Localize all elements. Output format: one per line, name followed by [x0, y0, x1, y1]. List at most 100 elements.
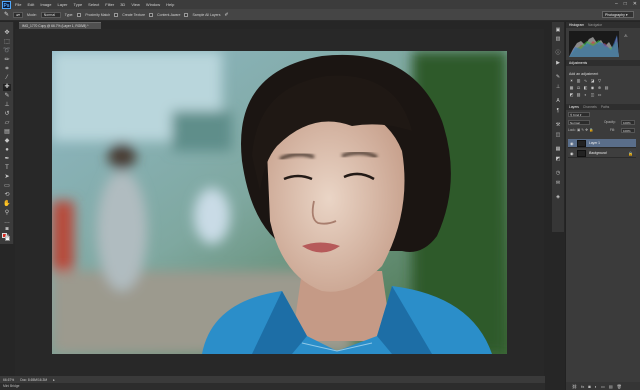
info-panel-icon[interactable]: ⓘ [554, 50, 562, 56]
menu-filter[interactable]: Filter [105, 0, 114, 9]
eraser-tool-icon[interactable]: ▱ [3, 120, 11, 127]
status-arrow-icon[interactable]: ▸ [53, 378, 55, 382]
invert-adj-icon[interactable]: ◩ [569, 92, 574, 97]
path-select-tool-icon[interactable]: ➤ [3, 174, 11, 181]
clone-stamp-tool-icon[interactable]: ⊥ [3, 102, 11, 109]
crop-tool-icon[interactable]: ⌗ [3, 66, 11, 73]
blur-tool-icon[interactable]: ◆ [3, 138, 11, 145]
paragraph-panel-icon[interactable]: ¶ [554, 108, 562, 114]
quick-select-tool-icon[interactable]: ✏ [3, 57, 11, 64]
healing-brush-tool-icon[interactable]: ✚ [3, 84, 11, 91]
visibility-eye-icon[interactable]: ◉ [570, 151, 574, 156]
marquee-tool-icon[interactable]: ⬚ [3, 39, 11, 46]
tab-channels[interactable]: Channels [583, 104, 597, 110]
screen-mode-icon[interactable]: ▣ [3, 234, 11, 240]
lasso-tool-icon[interactable]: ➰ [3, 48, 11, 55]
brush-size-picker[interactable]: ●▾ [13, 11, 24, 18]
gradient-tool-icon[interactable]: ▤ [3, 129, 11, 136]
new-group-icon[interactable]: ▭ [601, 384, 605, 389]
brightness-adj-icon[interactable]: ☀ [569, 78, 574, 83]
minimize-icon[interactable]: – [615, 1, 618, 7]
eyedropper-tool-icon[interactable]: ⁄ [3, 75, 11, 82]
tool-presets-icon[interactable]: ⚒ [554, 122, 562, 128]
delete-layer-icon[interactable]: 🗑 [617, 384, 622, 389]
channel-mixer-adj-icon[interactable]: ⊕ [597, 85, 602, 90]
gradient-map-adj-icon[interactable]: ▭ [597, 92, 602, 97]
content-aware-radio[interactable] [149, 12, 154, 17]
tab-histogram[interactable]: Histogram [569, 22, 584, 28]
opacity-input[interactable]: 100% [621, 120, 635, 125]
posterize-adj-icon[interactable]: ▨ [576, 92, 581, 97]
dodge-tool-icon[interactable]: ● [3, 147, 11, 154]
more-tools-icon[interactable]: … [3, 219, 11, 226]
layer-row-background[interactable]: ◉ Background 🔒 [568, 149, 636, 158]
hand-tool-icon[interactable]: ✋ [3, 201, 11, 208]
3d-panel-icon[interactable]: ◈ [554, 194, 562, 200]
menu-image[interactable]: Image [40, 0, 51, 9]
color-lookup-adj-icon[interactable]: ▤ [604, 85, 609, 90]
proximity-radio[interactable] [77, 12, 82, 17]
menu-type[interactable]: Type [74, 0, 83, 9]
sample-all-checkbox[interactable] [184, 12, 189, 17]
timeline-panel-icon[interactable]: ◷ [554, 170, 562, 176]
visibility-eye-icon[interactable]: ◉ [570, 141, 574, 146]
link-layers-icon[interactable]: ⛓ [572, 384, 577, 389]
lock-icons[interactable]: ▣ ✎ ✥ 🔒 [577, 128, 593, 132]
selective-color-adj-icon[interactable]: ◫ [590, 92, 595, 97]
mini-bridge-bar[interactable]: Mini Bridge [0, 383, 545, 390]
histogram-warning-icon[interactable]: ⚠ [624, 33, 628, 38]
layer-row-layer-1[interactable]: ◉ Layer 1 [568, 139, 636, 148]
swatches-panel-icon[interactable]: ▦ [554, 146, 562, 152]
menu-view[interactable]: View [131, 0, 140, 9]
zoom-level[interactable]: 66.67% [3, 378, 14, 382]
bw-adj-icon[interactable]: ◧ [583, 85, 588, 90]
document-tab[interactable]: IMG_1770 Copy @ 66.7% (Layer 1, RGB/8) * [19, 22, 101, 29]
tab-navigator[interactable]: Navigator [588, 22, 602, 28]
new-layer-icon[interactable]: ▤ [609, 384, 613, 389]
history-brush-tool-icon[interactable]: ↺ [3, 111, 11, 118]
maximize-icon[interactable]: □ [624, 1, 627, 7]
brush-panel-icon[interactable]: ✎ [554, 74, 562, 80]
curves-adj-icon[interactable]: ∿ [583, 78, 588, 83]
pressure-icon[interactable]: ✐ [224, 12, 228, 18]
menu-select[interactable]: Select [88, 0, 99, 9]
properties-panel-icon[interactable]: ▥ [554, 36, 562, 42]
vibrance-adj-icon[interactable]: ▽ [597, 78, 602, 83]
menu-window[interactable]: Window [146, 0, 160, 9]
mode-select[interactable]: Normal [40, 11, 61, 18]
exposure-adj-icon[interactable]: ◪ [590, 78, 595, 83]
zoom-tool-icon[interactable]: ⚲ [3, 210, 11, 217]
menu-edit[interactable]: Edit [27, 0, 34, 9]
actions-panel-icon[interactable]: ▶ [554, 60, 562, 66]
fx-icon[interactable]: fx [581, 384, 584, 389]
menu-3d[interactable]: 3D [120, 0, 125, 9]
pen-tool-icon[interactable]: ✒ [3, 156, 11, 163]
add-mask-icon[interactable]: ◙ [588, 384, 590, 389]
adjustment-layer-icon[interactable]: ◐ [595, 384, 597, 389]
styles-panel-icon[interactable]: ◩ [554, 156, 562, 162]
blend-mode-select[interactable]: Normal [568, 120, 590, 125]
layer-filter-select[interactable]: ⚲ Kind ▾ [568, 112, 590, 117]
quick-mask-icon[interactable]: ◙ [3, 226, 11, 232]
close-icon[interactable]: ✕ [633, 1, 637, 7]
3d-tool-icon[interactable]: ⟲ [3, 192, 11, 199]
brush-tool-icon[interactable]: ✎ [3, 93, 11, 100]
threshold-adj-icon[interactable]: ◐ [583, 92, 588, 97]
photo-filter-adj-icon[interactable]: ◉ [590, 85, 595, 90]
character-panel-icon[interactable]: A [554, 98, 562, 104]
hue-sat-adj-icon[interactable]: ▦ [569, 85, 574, 90]
create-texture-radio[interactable] [114, 12, 119, 17]
history-panel-icon[interactable]: ▣ [554, 27, 562, 33]
workspace-select[interactable]: Photography ▾ [602, 11, 634, 18]
type-tool-icon[interactable]: T [3, 165, 11, 172]
shape-tool-icon[interactable]: ▭ [3, 183, 11, 190]
document-canvas-photo[interactable] [52, 51, 507, 354]
spot-healing-brush-icon[interactable]: ✎ [4, 11, 9, 18]
fill-input[interactable]: 100% [621, 128, 635, 133]
notes-panel-icon[interactable]: ✉ [554, 180, 562, 186]
tab-paths[interactable]: Paths [601, 104, 609, 110]
move-tool-icon[interactable]: ✥ [3, 30, 11, 37]
color-balance-adj-icon[interactable]: ⚖ [576, 85, 581, 90]
menu-layer[interactable]: Layer [57, 0, 67, 9]
layer-comps-icon[interactable]: ◫ [554, 132, 562, 138]
